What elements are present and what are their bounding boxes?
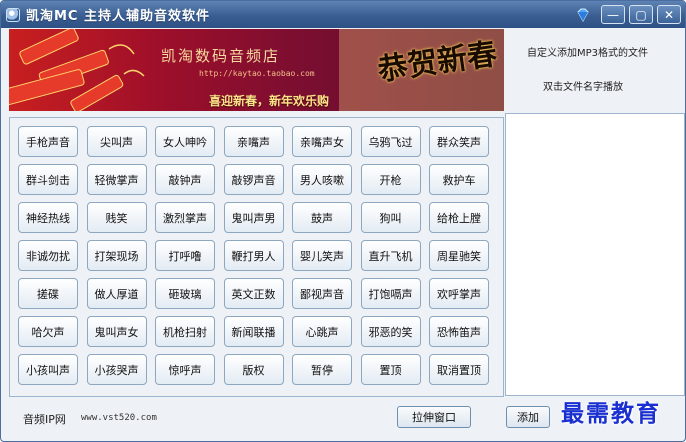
sound-button-grid: 手枪声音 尖叫声 女人呻吟 亲嘴声 亲嘴声女 乌鸦飞过 群众笑声群斗剑击 轻微掌声 敲钟声 敲锣声…	[9, 117, 504, 397]
sound-button[interactable]: 男人咳嗽	[292, 164, 352, 195]
sound-button[interactable]: 给枪上膛	[429, 202, 489, 233]
sound-button[interactable]: 敲锣声音	[223, 164, 284, 195]
sound-button[interactable]: 打饱嗝声	[360, 278, 421, 309]
sound-button[interactable]: 机枪扫射	[155, 316, 215, 347]
info-double-click: 双击文件名字播放	[543, 82, 623, 93]
sound-button[interactable]: 小孩哭声	[86, 354, 147, 385]
watermark-text: 最需教育	[561, 400, 661, 427]
sound-button[interactable]: 亲嘴声女	[292, 126, 352, 157]
sound-button[interactable]: 取消置顶	[429, 354, 489, 385]
sound-button[interactable]: 做人厚道	[86, 278, 147, 309]
sound-button[interactable]: 轻微掌声	[86, 164, 147, 195]
sound-button[interactable]: 婴儿笑声	[292, 240, 352, 271]
maximize-button[interactable]: ▢	[629, 5, 653, 24]
info-panel: 自定义添加MP3格式的文件 双击文件名字播放	[505, 29, 685, 111]
sound-button[interactable]: 女人呻吟	[155, 126, 215, 157]
sound-button[interactable]: 置顶	[360, 354, 421, 385]
sound-button[interactable]: 鬼叫声男	[223, 202, 284, 233]
sound-button[interactable]: 群众笑声	[429, 126, 489, 157]
diamond-skin-icon[interactable]	[575, 7, 591, 23]
sound-button[interactable]: 哈欠声	[18, 316, 78, 347]
sound-button[interactable]: 救护车	[429, 164, 489, 195]
sound-button[interactable]: 邪恶的笑	[360, 316, 421, 347]
sound-button[interactable]: 直升飞机	[360, 240, 421, 271]
main-window: 凯淘MC 主持人辅助音效软件 — ▢ ✕ 凯淘数码音频店 http://kayt…	[0, 0, 686, 442]
sound-button[interactable]: 鼓声	[292, 202, 352, 233]
info-add-mp3: 自定义添加MP3格式的文件	[527, 48, 649, 59]
sound-button[interactable]: 搓碟	[18, 278, 78, 309]
sound-button[interactable]: 激烈掌声	[155, 202, 215, 233]
sound-button[interactable]: 开枪	[360, 164, 421, 195]
sound-button[interactable]: 亲嘴声	[223, 126, 284, 157]
minimize-button[interactable]: —	[601, 5, 625, 24]
sound-button[interactable]: 手枪声音	[18, 126, 78, 157]
sound-button[interactable]: 狗叫	[360, 202, 421, 233]
add-file-button[interactable]: 添加	[506, 406, 550, 428]
stretch-window-button[interactable]: 拉伸窗口	[397, 406, 471, 428]
sound-button[interactable]: 神经热线	[18, 202, 78, 233]
sound-button[interactable]: 版权	[223, 354, 284, 385]
shop-banner[interactable]: 凯淘数码音频店 http://kaytao.taobao.com 喜迎新春，新年…	[9, 29, 504, 111]
sound-button[interactable]: 非诚勿扰	[18, 240, 78, 271]
sound-button[interactable]: 鄙视声音	[292, 278, 352, 309]
sound-button[interactable]: 鬼叫声女	[86, 316, 147, 347]
sound-button[interactable]: 新闻联播	[223, 316, 284, 347]
sound-button[interactable]: 恐怖笛声	[429, 316, 489, 347]
sound-button[interactable]: 打呼噜	[155, 240, 215, 271]
sound-button[interactable]: 砸玻璃	[155, 278, 215, 309]
sound-button[interactable]: 敲钟声	[155, 164, 215, 195]
sound-button[interactable]: 欢呼掌声	[429, 278, 489, 309]
sound-button[interactable]: 鞭打男人	[223, 240, 284, 271]
new-year-greeting: 喜迎新春，新年欢乐购	[209, 94, 330, 108]
footer-site-label: 音频IP网	[23, 413, 66, 426]
app-icon	[6, 7, 20, 22]
sound-button[interactable]: 乌鸦飞过	[360, 126, 421, 157]
sound-button[interactable]: 周星驰笑	[429, 240, 489, 271]
custom-file-list[interactable]	[505, 113, 685, 396]
sound-button[interactable]: 尖叫声	[86, 126, 147, 157]
window-controls: — ▢ ✕	[575, 5, 681, 24]
window-title: 凯淘MC 主持人辅助音效软件	[26, 9, 211, 24]
sound-button[interactable]: 英文正数	[223, 278, 284, 309]
shop-url: http://kaytao.taobao.com	[199, 69, 315, 78]
shop-name: 凯淘数码音频店	[161, 47, 281, 65]
sound-button[interactable]: 贱笑	[86, 202, 147, 233]
sound-button[interactable]: 暂停	[292, 354, 352, 385]
sound-button[interactable]: 打架现场	[86, 240, 147, 271]
close-button[interactable]: ✕	[657, 5, 681, 24]
title-bar[interactable]: 凯淘MC 主持人辅助音效软件 — ▢ ✕	[1, 1, 685, 28]
sound-button[interactable]: 惊呼声	[155, 354, 215, 385]
sound-button[interactable]: 群斗剑击	[18, 164, 78, 195]
footer-site-url[interactable]: www.vst520.com	[81, 413, 157, 423]
sound-button[interactable]: 心跳声	[292, 316, 352, 347]
sound-button[interactable]: 小孩叫声	[18, 354, 78, 385]
